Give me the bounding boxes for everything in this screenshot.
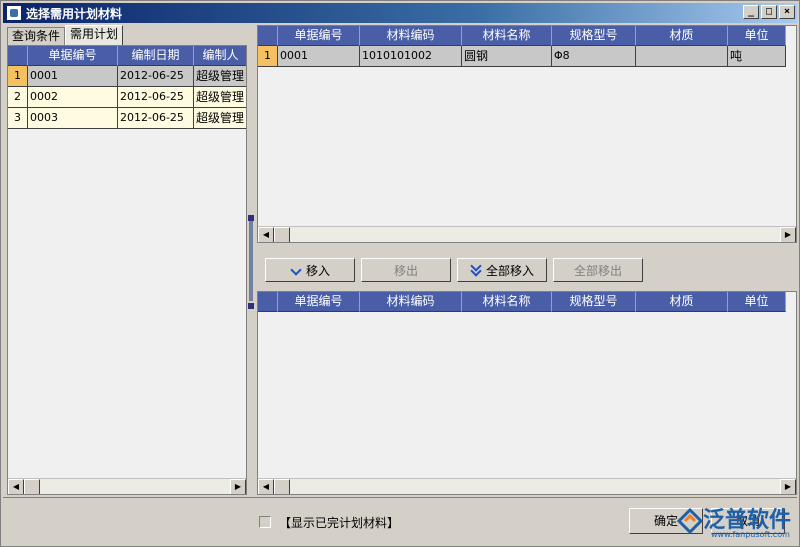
col-header-material-code[interactable]: 材料编码 bbox=[360, 292, 462, 312]
cell-doc-no: 0001 bbox=[28, 66, 118, 87]
move-in-label: 移入 bbox=[305, 263, 330, 278]
scroll-left-icon[interactable]: ◀ bbox=[258, 227, 274, 242]
cell-spec: Φ8 bbox=[552, 46, 636, 67]
selected-hscrollbar[interactable]: ◀ ▶ bbox=[258, 478, 796, 494]
splitter-arrow-icon bbox=[248, 215, 254, 221]
rownum-header bbox=[8, 46, 28, 66]
left-hscrollbar[interactable]: ◀ ▶ bbox=[8, 478, 246, 494]
scroll-thumb[interactable] bbox=[274, 227, 290, 242]
col-header-material-name[interactable]: 材料名称 bbox=[462, 26, 552, 46]
show-completed-label: 【显示已完计划材料】 bbox=[279, 516, 400, 530]
splitter-arrow-icon bbox=[248, 303, 254, 309]
col-header-material[interactable]: 材质 bbox=[636, 26, 728, 46]
close-button[interactable]: × bbox=[779, 5, 795, 19]
brand-logo: 泛普软件 www.fanpusoft.com bbox=[675, 502, 797, 542]
col-header-unit[interactable]: 单位 bbox=[728, 292, 786, 312]
panel-splitter[interactable] bbox=[247, 25, 255, 495]
plan-grid-header: 单据编号 编制日期 编制人 bbox=[8, 46, 246, 66]
window-controls: _ □ × bbox=[743, 5, 795, 19]
brand-url: www.fanpusoft.com bbox=[711, 530, 790, 539]
left-tabs: 查询条件 需用计划 bbox=[7, 25, 124, 45]
table-row[interactable]: 1 0001 2012-06-25 超级管理 bbox=[8, 66, 246, 87]
material-grid-header: 单据编号 材料编码 材料名称 规格型号 材质 单位 bbox=[258, 26, 786, 46]
move-in-button[interactable]: 移入 bbox=[265, 258, 355, 282]
col-header-material-name[interactable]: 材料名称 bbox=[462, 292, 552, 312]
splitter-grip bbox=[249, 221, 253, 301]
row-number: 2 bbox=[8, 87, 28, 108]
move-all-in-button[interactable]: 全部移入 bbox=[457, 258, 547, 282]
table-row[interactable]: 1 0001 1010101002 圆钢 Φ8 吨 bbox=[258, 46, 786, 67]
title-bar[interactable]: 选择需用计划材料 _ □ × bbox=[3, 3, 797, 23]
transfer-toolbar: 移入 移出 全部移入 全部移出 bbox=[257, 251, 797, 285]
table-row[interactable]: 2 0002 2012-06-25 超级管理 bbox=[8, 87, 246, 108]
selected-grid-header: 单据编号 材料编码 材料名称 规格型号 材质 单位 bbox=[258, 292, 786, 312]
col-header-doc-no[interactable]: 单据编号 bbox=[28, 46, 118, 66]
cell-doc-no: 0002 bbox=[28, 87, 118, 108]
dialog-footer: 【显示已完计划材料】 确定 取消 泛普软件 www.fanpusoft.com bbox=[3, 497, 797, 545]
scroll-thumb[interactable] bbox=[274, 479, 290, 494]
material-grid: 单据编号 材料编码 材料名称 规格型号 材质 单位 1 0001 1010101… bbox=[257, 25, 797, 243]
row-number: 1 bbox=[8, 66, 28, 87]
scroll-right-icon[interactable]: ▶ bbox=[780, 479, 796, 494]
window-title: 选择需用计划材料 bbox=[26, 6, 123, 21]
cell-date: 2012-06-25 bbox=[118, 108, 194, 129]
chevron-down-icon bbox=[290, 266, 302, 274]
dialog-window: 选择需用计划材料 _ □ × 查询条件 需用计划 单据编号 编制日期 编制人 1… bbox=[0, 0, 800, 547]
rownum-header bbox=[258, 292, 278, 312]
scroll-right-icon[interactable]: ▶ bbox=[230, 479, 246, 494]
cell-creator: 超级管理 bbox=[194, 66, 246, 87]
selected-material-grid: 单据编号 材料编码 材料名称 规格型号 材质 单位 ◀ ▶ bbox=[257, 291, 797, 495]
double-chevron-down-icon bbox=[470, 264, 482, 276]
tab-demand-plan[interactable]: 需用计划 bbox=[65, 25, 124, 45]
cell-material bbox=[636, 46, 728, 67]
table-row[interactable]: 3 0003 2012-06-25 超级管理 bbox=[8, 108, 246, 129]
minimize-button[interactable]: _ bbox=[743, 5, 759, 19]
cell-unit: 吨 bbox=[728, 46, 786, 67]
left-panel: 查询条件 需用计划 单据编号 编制日期 编制人 1 0001 2012-06-2… bbox=[7, 25, 247, 495]
show-completed-checkbox[interactable] bbox=[259, 516, 271, 528]
scroll-left-icon[interactable]: ◀ bbox=[258, 479, 274, 494]
row-number: 1 bbox=[258, 46, 278, 67]
cell-creator: 超级管理 bbox=[194, 108, 246, 129]
rownum-header bbox=[258, 26, 278, 46]
cell-creator: 超级管理 bbox=[194, 87, 246, 108]
move-all-in-label: 全部移入 bbox=[485, 263, 534, 278]
material-hscrollbar[interactable]: ◀ ▶ bbox=[258, 226, 796, 242]
col-header-material-code[interactable]: 材料编码 bbox=[360, 26, 462, 46]
col-header-material[interactable]: 材质 bbox=[636, 292, 728, 312]
cell-date: 2012-06-25 bbox=[118, 66, 194, 87]
cell-doc-no: 0003 bbox=[28, 108, 118, 129]
col-header-spec[interactable]: 规格型号 bbox=[552, 292, 636, 312]
scroll-right-icon[interactable]: ▶ bbox=[780, 227, 796, 242]
row-number: 3 bbox=[8, 108, 28, 129]
cell-material-code: 1010101002 bbox=[360, 46, 462, 67]
col-header-doc-no[interactable]: 单据编号 bbox=[278, 292, 360, 312]
col-header-creator[interactable]: 编制人 bbox=[194, 46, 246, 66]
move-out-label: 移出 bbox=[393, 263, 418, 278]
cell-material-name: 圆钢 bbox=[462, 46, 552, 67]
move-out-button[interactable]: 移出 bbox=[361, 258, 451, 282]
plan-grid: 单据编号 编制日期 编制人 1 0001 2012-06-25 超级管理 2 0… bbox=[7, 45, 247, 495]
col-header-date[interactable]: 编制日期 bbox=[118, 46, 194, 66]
col-header-spec[interactable]: 规格型号 bbox=[552, 26, 636, 46]
brand-mark-icon bbox=[677, 508, 703, 534]
col-header-doc-no[interactable]: 单据编号 bbox=[278, 26, 360, 46]
scroll-left-icon[interactable]: ◀ bbox=[8, 479, 24, 494]
cell-doc-no: 0001 bbox=[278, 46, 360, 67]
col-header-unit[interactable]: 单位 bbox=[728, 26, 786, 46]
app-icon bbox=[6, 5, 22, 21]
move-all-out-button[interactable]: 全部移出 bbox=[553, 258, 643, 282]
cell-date: 2012-06-25 bbox=[118, 87, 194, 108]
maximize-button[interactable]: □ bbox=[761, 5, 777, 19]
scroll-thumb[interactable] bbox=[24, 479, 40, 494]
tab-query-conditions[interactable]: 查询条件 bbox=[7, 27, 66, 45]
move-all-out-label: 全部移出 bbox=[573, 263, 622, 278]
